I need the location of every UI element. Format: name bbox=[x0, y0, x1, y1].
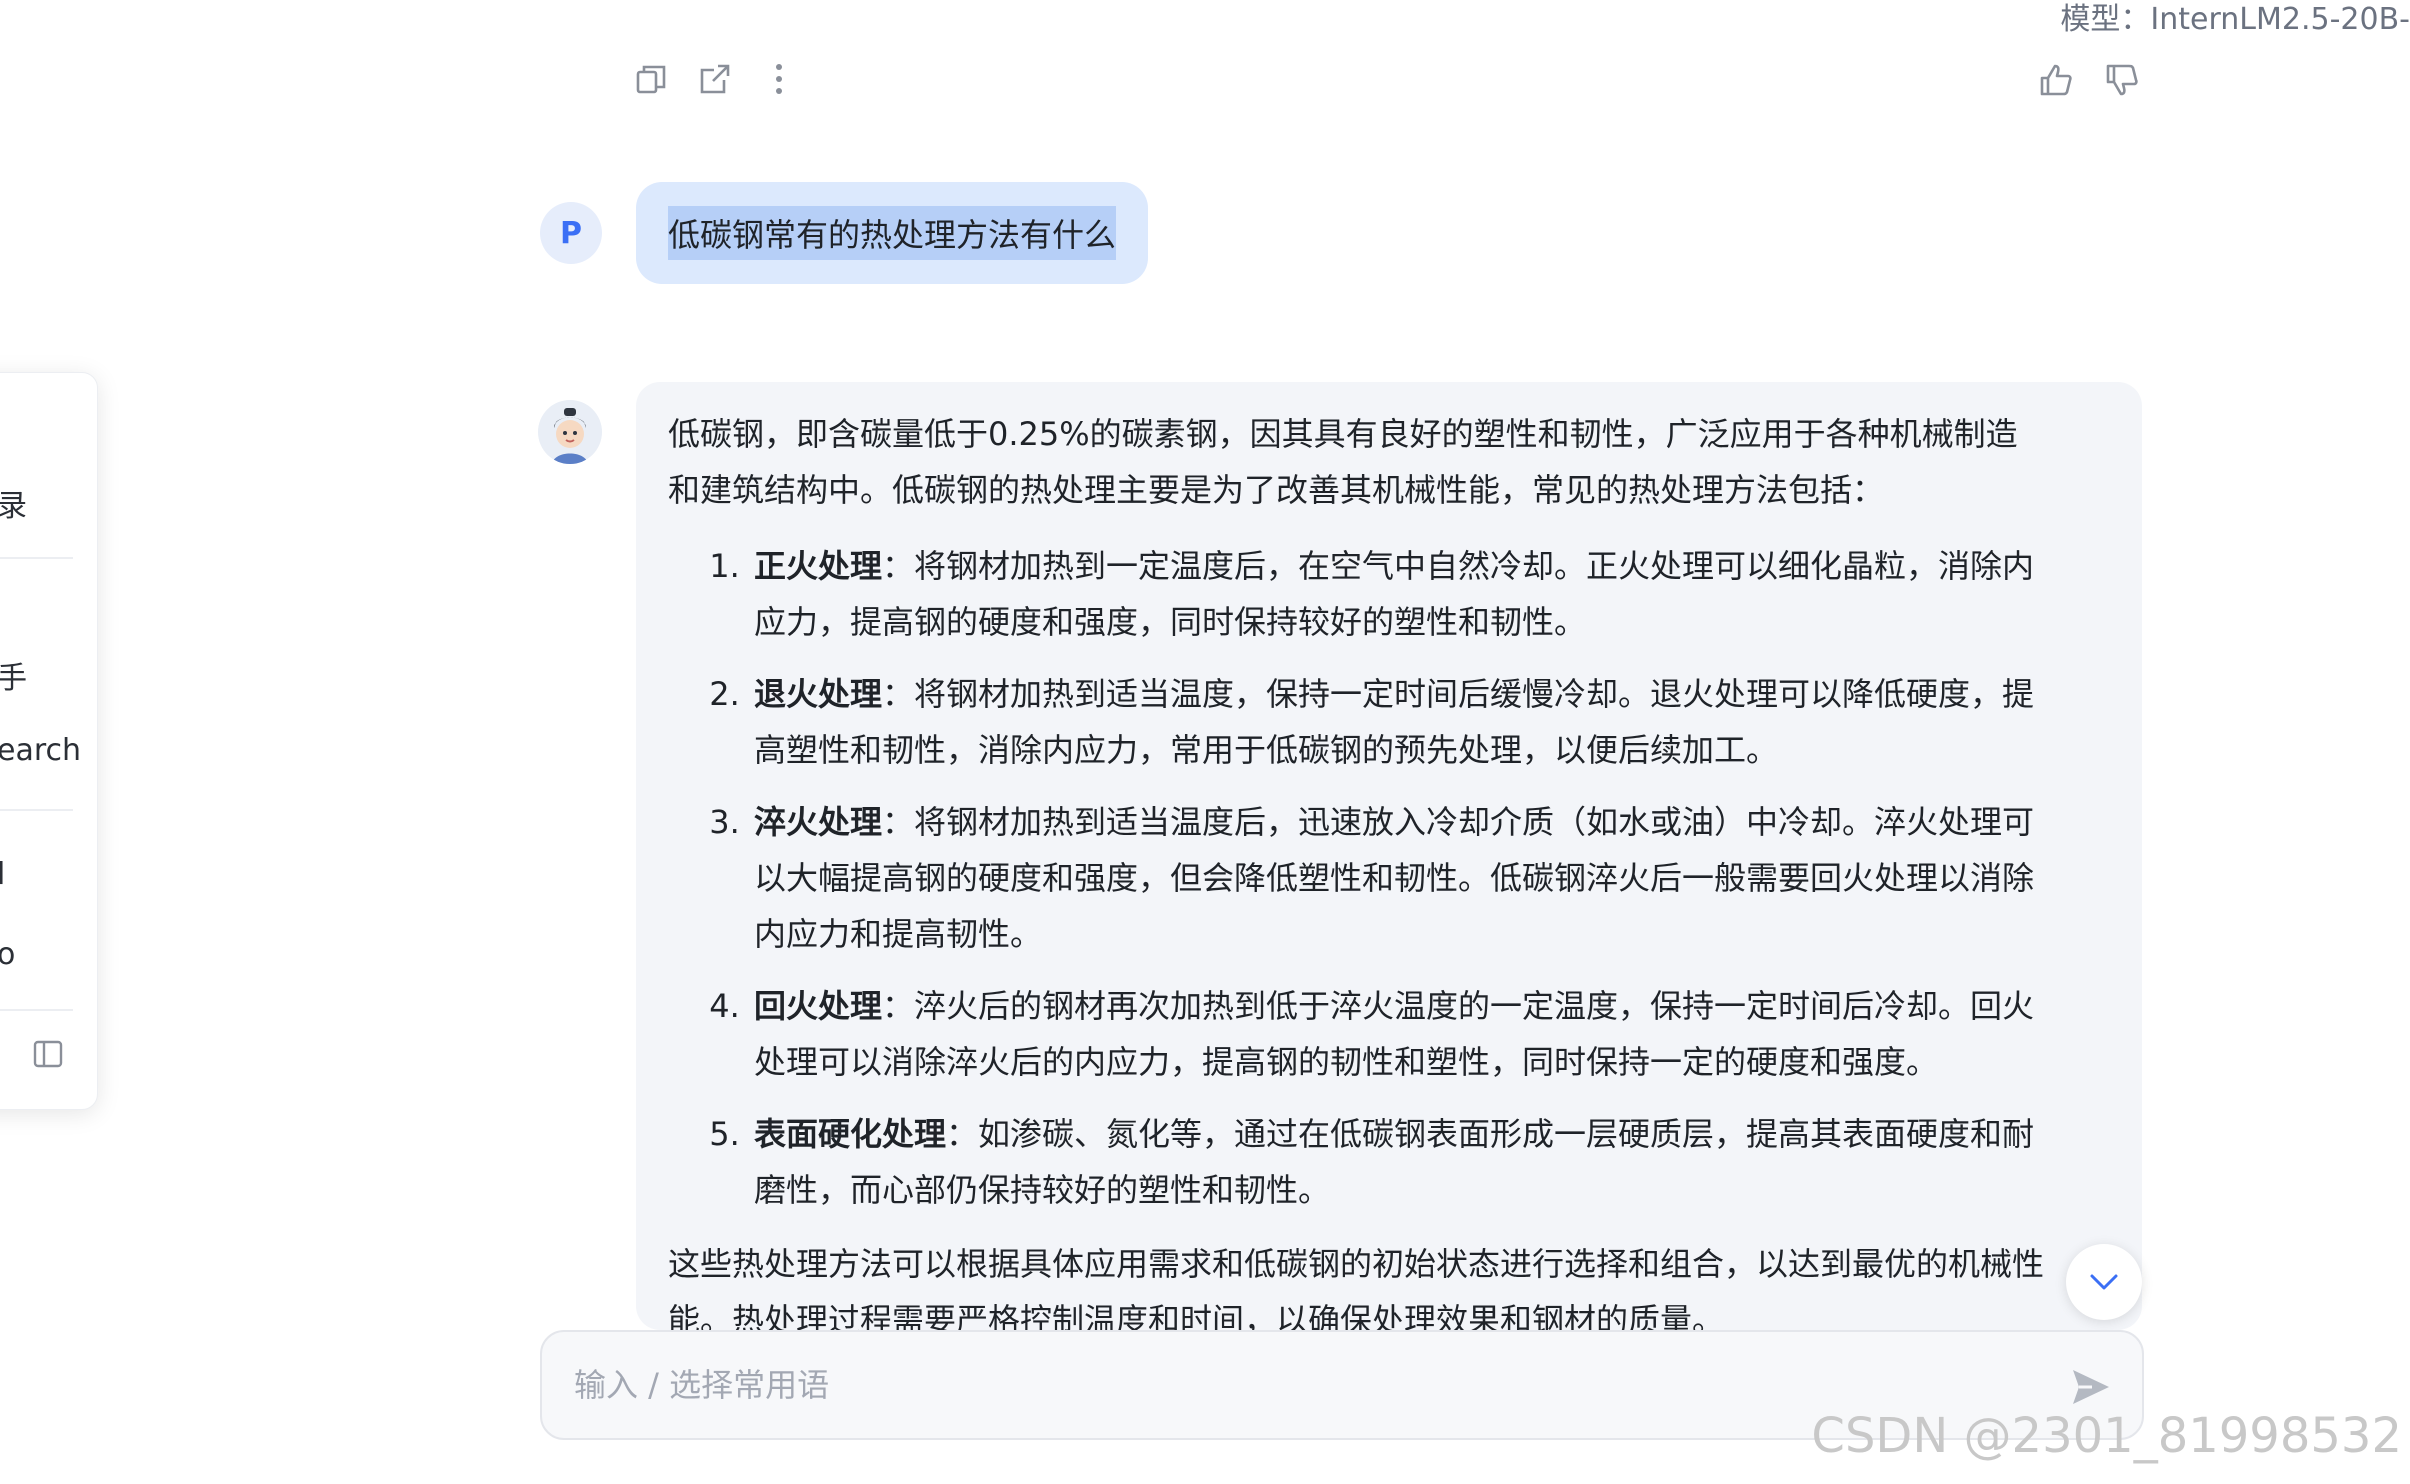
assistant-outro: 这些热处理方法可以根据具体应用需求和低碳钢的初始状态进行选择和组合，以达到最优的… bbox=[668, 1245, 2045, 1330]
list-item: 回火处理：淬火后的钢材再次加热到低于淬火温度的一定温度，保持一定时间后冷却。回火… bbox=[750, 978, 2048, 1090]
assistant-avatar bbox=[538, 400, 602, 464]
model-label: 模型：InternLM2.5-20B- bbox=[2060, 2, 2410, 37]
user-message-bubble: 低碳钢常有的热处理方法有什么 bbox=[636, 182, 1149, 284]
list-item-title: 表面硬化处理 bbox=[754, 1115, 947, 1153]
chevron-down-icon bbox=[2090, 1274, 2118, 1290]
list-item: 淬火处理：将钢材加热到适当温度后，迅速放入冷却介质（如水或油）中冷却。淬火处理可… bbox=[750, 794, 2048, 962]
user-message-text: 低碳钢常有的热处理方法有什么 bbox=[668, 206, 1117, 260]
feedback-actions bbox=[2038, 62, 2140, 98]
assistant-intro: 低碳钢，即含碳量低于0.25%的碳素钢，因其具有良好的塑性和韧性，广泛应用于各种… bbox=[668, 415, 2018, 509]
send-icon[interactable] bbox=[2070, 1366, 2112, 1408]
chat-input[interactable] bbox=[572, 1358, 2016, 1412]
sidebar-divider bbox=[0, 1009, 73, 1011]
user-avatar: P bbox=[540, 202, 602, 264]
list-item-title: 正火处理 bbox=[754, 547, 883, 585]
list-item-title: 淬火处理 bbox=[754, 803, 883, 841]
list-item-title: 回火处理 bbox=[754, 987, 883, 1025]
share-icon[interactable] bbox=[698, 62, 732, 96]
treatment-list: 正火处理：将钢材加热到一定温度后，在空气中自然冷却。正火处理可以细化晶粒，消除内… bbox=[668, 538, 2048, 1218]
list-item-body: ：将钢材加热到适当温度后，迅速放入冷却介质（如水或油）中冷却。淬火处理可以大幅提… bbox=[754, 803, 2035, 953]
sidebar: 录 手 earch l o bbox=[0, 372, 98, 1110]
thumbs-up-icon[interactable] bbox=[2038, 62, 2074, 98]
sidebar-toggle-icon[interactable] bbox=[33, 1039, 63, 1069]
copy-icon[interactable] bbox=[634, 62, 668, 96]
sidebar-divider bbox=[0, 557, 73, 559]
thumbs-down-icon[interactable] bbox=[2104, 62, 2140, 98]
list-item-body: ：将钢材加热到适当温度，保持一定时间后缓慢冷却。退火处理可以降低硬度，提高塑性和… bbox=[754, 675, 2035, 769]
sidebar-divider bbox=[0, 809, 73, 811]
scroll-to-bottom-button[interactable] bbox=[2066, 1244, 2142, 1320]
message-actions bbox=[634, 62, 796, 96]
csdn-watermark: CSDN @2301_81998532 bbox=[1811, 1408, 2402, 1464]
list-item: 正火处理：将钢材加热到一定温度后，在空气中自然冷却。正火处理可以细化晶粒，消除内… bbox=[750, 538, 2048, 650]
assistant-avatar-icon bbox=[538, 400, 602, 464]
list-item: 表面硬化处理：如渗碳、氮化等，通过在低碳钢表面形成一层硬质层，提高其表面硬度和耐… bbox=[750, 1106, 2048, 1218]
sidebar-item-5[interactable]: o bbox=[0, 937, 15, 972]
list-item-body: ：淬火后的钢材再次加热到低于淬火温度的一定温度，保持一定时间后冷却。回火处理可以… bbox=[754, 987, 2035, 1081]
list-item-body: ：将钢材加热到一定温度后，在空气中自然冷却。正火处理可以细化晶粒，消除内应力，提… bbox=[754, 547, 2035, 641]
sidebar-item-search[interactable]: earch bbox=[0, 733, 81, 768]
assistant-message-content: 低碳钢，即含碳量低于0.25%的碳素钢，因其具有良好的塑性和韧性，广泛应用于各种… bbox=[668, 406, 2048, 1330]
more-icon[interactable] bbox=[762, 62, 796, 96]
list-item: 退火处理：将钢材加热到适当温度，保持一定时间后缓慢冷却。退火处理可以降低硬度，提… bbox=[750, 666, 2048, 778]
sidebar-item-history[interactable]: 录 bbox=[0, 481, 27, 525]
sidebar-item-assistant[interactable]: 手 bbox=[0, 653, 27, 697]
list-item-title: 退火处理 bbox=[754, 675, 883, 713]
sidebar-item-4[interactable]: l bbox=[0, 857, 5, 892]
assistant-message-card: 低碳钢，即含碳量低于0.25%的碳素钢，因其具有良好的塑性和韧性，广泛应用于各种… bbox=[636, 382, 2142, 1330]
list-item-body: ：如渗碳、氮化等，通过在低碳钢表面形成一层硬质层，提高其表面硬度和耐磨性，而心部… bbox=[754, 1115, 2035, 1209]
